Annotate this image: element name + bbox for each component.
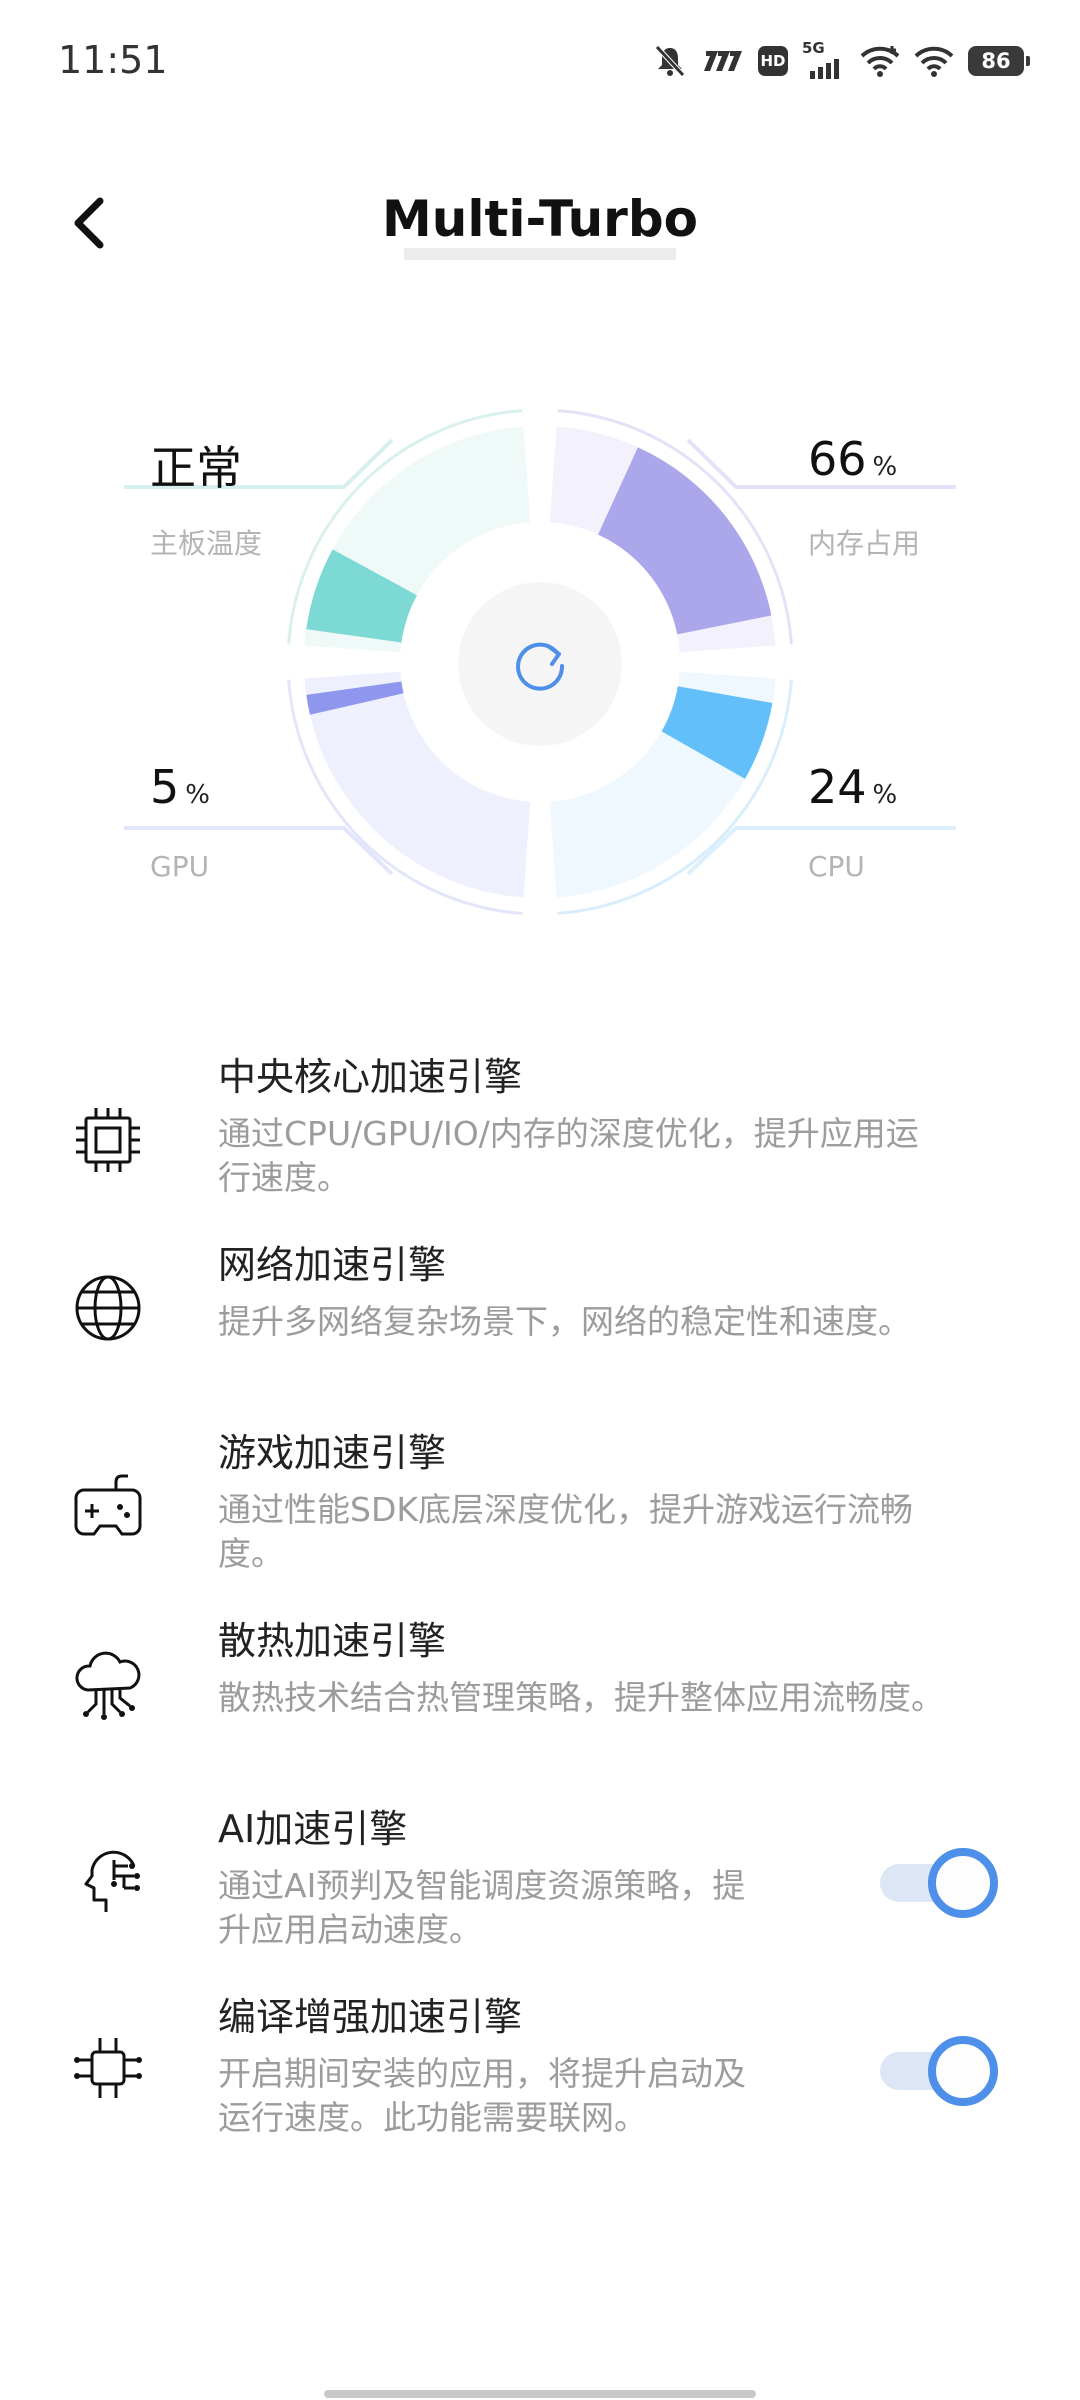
engine-desc-line: 升应用启动速度。	[218, 1910, 482, 1949]
status-time: 11:51	[58, 38, 168, 82]
multi-turbo-screen: 11:51 HD 5G 86 Multi-Turbo 正常 主板温度 66 % …	[0, 0, 1080, 2400]
engine-title: 编译增强加速引擎	[218, 1995, 523, 2039]
gamepad-icon	[74, 1474, 142, 1536]
gpu-value: 5%	[150, 760, 210, 814]
engine-item-game: 游戏加速引擎 通过性能SDK底层深度优化，提升游戏运行流畅 度。	[0, 1422, 1080, 1582]
compile-chip-icon	[74, 2038, 142, 2098]
gpu-unit: %	[185, 780, 210, 810]
engine-desc-line: 运行速度。此功能需要联网。	[218, 2098, 647, 2137]
engine-title: 中央核心加速引擎	[218, 1055, 523, 1099]
battery-icon: 86	[968, 46, 1030, 76]
engine-title: 散热加速引擎	[218, 1619, 447, 1663]
engine-desc-line: 散热技术结合热管理策略，提升整体应用流畅度。	[218, 1678, 944, 1717]
wifi-plus-icon	[860, 46, 900, 77]
ai-engine-toggle[interactable]	[880, 1848, 998, 1918]
engine-desc-line: 通过CPU/GPU/IO/内存的深度优化，提升应用运	[218, 1114, 919, 1153]
engine-desc-line: 度。	[218, 1534, 284, 1573]
status-icons: HD 5G 86	[654, 36, 1030, 86]
engine-desc-line: 通过AI预判及智能调度资源策略，提	[218, 1866, 746, 1905]
engine-title: 网络加速引擎	[218, 1243, 447, 1287]
memory-label: 内存占用	[808, 527, 921, 560]
engine-item-compile: 编译增强加速引擎 开启期间安装的应用，将提升启动及 运行速度。此功能需要联网。	[0, 1986, 1080, 2146]
globe-icon	[75, 1275, 141, 1341]
board-temp-value: 正常	[150, 441, 242, 495]
page-title: Multi-Turbo	[382, 190, 698, 248]
toggle-knob	[928, 2036, 998, 2106]
refresh-icon	[516, 642, 565, 691]
engine-desc-line: 通过性能SDK底层深度优化，提升游戏运行流畅	[218, 1490, 913, 1529]
memory-number: 66	[808, 432, 867, 486]
engine-item-ai: AI加速引擎 通过AI预判及智能调度资源策略，提 升应用启动速度。	[0, 1798, 1080, 1958]
cloud-circuit-icon	[75, 1651, 141, 1720]
engine-item-network: 网络加速引擎 提升多网络复杂场景下，网络的稳定性和速度。	[0, 1234, 1080, 1354]
cpu-label: CPU	[808, 850, 865, 883]
engine-description: 提升多网络复杂场景下，网络的稳定性和速度。	[218, 1300, 911, 1344]
refresh-button[interactable]	[458, 582, 622, 746]
toggle-knob	[928, 1848, 998, 1918]
engine-item-cpu-core: 中央核心加速引擎 通过CPU/GPU/IO/内存的深度优化，提升应用运 行速度。	[0, 1046, 1080, 1206]
engine-description: 通过性能SDK底层深度优化，提升游戏运行流畅 度。	[218, 1488, 913, 1576]
engine-desc-line: 提升多网络复杂场景下，网络的稳定性和速度。	[218, 1302, 911, 1341]
cpu-unit: %	[872, 780, 898, 810]
ai-head-icon	[84, 1850, 140, 1912]
status-bar: 11:51 HD 5G 86	[0, 0, 1080, 120]
engine-title: 游戏加速引擎	[218, 1431, 447, 1475]
engine-desc-line: 行速度。	[218, 1158, 350, 1197]
gpu-number: 5	[150, 760, 180, 814]
hd-icon: HD	[758, 46, 788, 76]
compile-engine-toggle[interactable]	[880, 2036, 998, 2106]
engine-description: 散热技术结合热管理策略，提升整体应用流畅度。	[218, 1676, 944, 1720]
engine-desc-line: 开启期间安装的应用，将提升启动及	[218, 2054, 746, 2093]
cpu-value: 24%	[808, 760, 897, 814]
memory-unit: %	[872, 452, 898, 482]
carrier-icon	[704, 51, 742, 71]
gpu-label: GPU	[150, 850, 210, 883]
engine-description: 通过CPU/GPU/IO/内存的深度优化，提升应用运 行速度。	[218, 1112, 919, 1200]
wifi-icon	[914, 46, 954, 77]
signal-5g-icon: 5G	[802, 39, 846, 81]
board-temp-label: 主板温度	[150, 527, 263, 560]
cpu-number: 24	[808, 760, 867, 814]
chip-icon	[76, 1108, 140, 1172]
performance-dashboard: 正常 主板温度 66% 内存占用 5% GPU 24% CPU	[0, 380, 1080, 940]
mute-icon	[655, 45, 685, 77]
engine-description: 通过AI预判及智能调度资源策略，提 升应用启动速度。	[218, 1864, 745, 1952]
title-highlight	[404, 248, 676, 260]
engine-title: AI加速引擎	[218, 1807, 408, 1851]
engine-description: 开启期间安装的应用，将提升启动及 运行速度。此功能需要联网。	[218, 2052, 746, 2140]
home-indicator[interactable]	[324, 2390, 756, 2398]
memory-value: 66%	[808, 432, 897, 486]
engine-item-cooling: 散热加速引擎 散热技术结合热管理策略，提升整体应用流畅度。	[0, 1610, 1080, 1730]
